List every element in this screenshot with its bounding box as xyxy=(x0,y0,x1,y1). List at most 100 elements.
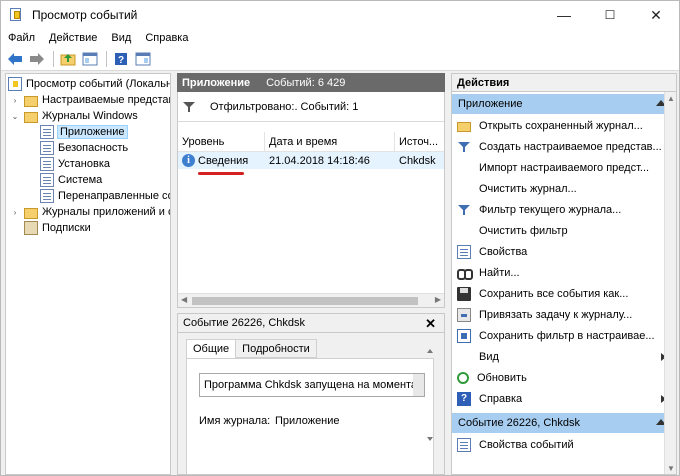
column-level[interactable]: Уровень xyxy=(178,132,265,152)
tree-item-label: Настраиваемые представления xyxy=(42,94,170,106)
filter-text: Отфильтровано:. Событий: 1 xyxy=(210,100,359,113)
up-folder-icon xyxy=(60,53,76,65)
scroll-down-icon[interactable]: ▼ xyxy=(667,464,675,473)
event-message[interactable]: Программа Chkdsk запущена на моментальн xyxy=(199,373,425,397)
show-hide-actions-button[interactable] xyxy=(133,50,153,68)
menu-file[interactable]: Файл xyxy=(1,32,42,44)
save-icon xyxy=(457,286,471,301)
filter-icon xyxy=(182,100,196,114)
log-icon xyxy=(40,173,54,187)
action-label: Сохранить все события как... xyxy=(479,287,629,300)
folder-icon xyxy=(24,207,38,219)
title-bar: Просмотр событий — ☐ ✕ xyxy=(1,1,679,29)
tree-item-forwarded-events[interactable]: Перенаправленные события xyxy=(40,188,170,204)
actions-section-event[interactable]: Событие 26226, Chkdsk xyxy=(452,413,676,433)
action-save-all-events[interactable]: Сохранить все события как... xyxy=(452,283,676,304)
tree-item-application[interactable]: Приложение xyxy=(40,124,128,140)
close-detail-icon[interactable]: ✕ xyxy=(425,316,436,332)
help-button[interactable]: ? xyxy=(111,50,131,68)
event-row[interactable]: i Сведения 21.04.2018 14:18:46 Chkdsk xyxy=(178,152,444,169)
event-detail-pane: Общие Подробности Программа Chkdsk запущ… xyxy=(177,333,445,475)
filter-icon xyxy=(457,140,471,154)
maximize-button[interactable]: ☐ xyxy=(587,1,633,29)
action-clear-filter[interactable]: Очистить фильтр xyxy=(452,220,676,241)
tree-item-setup[interactable]: Установка xyxy=(40,156,110,172)
log-name-label: Имя журнала: xyxy=(199,415,271,427)
action-find[interactable]: Найти... xyxy=(452,262,676,283)
actions-vertical-scrollbar[interactable]: ▲ ▼ xyxy=(664,92,676,474)
information-icon: i xyxy=(182,154,195,167)
menu-action[interactable]: Действие xyxy=(42,32,104,44)
action-label: Вид xyxy=(479,350,499,363)
action-label: Открыть сохраненный журнал... xyxy=(479,119,643,132)
action-event-properties[interactable]: Свойства событий xyxy=(452,434,676,455)
action-refresh[interactable]: Обновить xyxy=(452,367,676,388)
event-list-header: Уровень Дата и время Источ... xyxy=(178,132,444,152)
actions-header: Действия xyxy=(451,73,677,92)
tab-general[interactable]: Общие xyxy=(186,339,237,359)
action-label: Фильтр текущего журнала... xyxy=(479,203,622,216)
action-create-custom-view[interactable]: Создать настраиваемое представ... xyxy=(452,136,676,157)
column-source[interactable]: Источ... xyxy=(395,132,444,152)
minimize-button[interactable]: — xyxy=(541,1,587,29)
action-import-custom-view[interactable]: Импорт настраиваемого предст... xyxy=(452,157,676,178)
event-datetime: 21.04.2018 14:18:46 xyxy=(269,154,370,167)
tree-item-label: Перенаправленные события xyxy=(58,190,170,202)
event-detail-title: Событие 26226, Chkdsk xyxy=(183,317,306,329)
scroll-thumb[interactable] xyxy=(192,297,418,305)
action-filter-current-log[interactable]: Фильтр текущего журнала... xyxy=(452,199,676,220)
collapse-arrow-icon[interactable]: ⌄ xyxy=(10,111,20,121)
actions-section-application[interactable]: Приложение xyxy=(452,94,676,114)
tree-item-label: Журналы приложений и служб xyxy=(42,206,170,218)
action-label: Обновить xyxy=(477,371,527,384)
tree-item-app-service-logs[interactable]: › Журналы приложений и служб xyxy=(10,204,170,220)
folder-icon xyxy=(24,111,38,123)
action-properties[interactable]: Свойства xyxy=(452,241,676,262)
show-hide-tree-icon xyxy=(82,52,98,65)
tree-item-event-viewer-local[interactable]: Просмотр событий (Локальный) xyxy=(8,76,170,92)
scroll-right-icon[interactable]: ▶ xyxy=(435,295,441,304)
action-view[interactable]: Вид xyxy=(452,346,676,367)
event-source: Chkdsk xyxy=(399,154,436,167)
action-open-saved-log[interactable]: Открыть сохраненный журнал... xyxy=(452,115,676,136)
log-name-value: Приложение xyxy=(275,415,340,427)
filter-icon xyxy=(457,203,471,217)
menu-help[interactable]: Справка xyxy=(138,32,195,44)
column-datetime[interactable]: Дата и время xyxy=(265,132,395,152)
event-viewer-app-icon xyxy=(8,7,24,23)
expand-arrow-icon[interactable]: › xyxy=(10,95,20,105)
scroll-left-icon[interactable]: ◀ xyxy=(181,295,187,304)
tab-details[interactable]: Подробности xyxy=(235,339,317,358)
close-button[interactable]: ✕ xyxy=(633,1,679,29)
action-label: Импорт настраиваемого предст... xyxy=(479,161,650,174)
refresh-icon xyxy=(457,371,469,384)
window-title: Просмотр событий xyxy=(32,8,138,22)
action-save-filter[interactable]: Сохранить фильтр в настраивае... xyxy=(452,325,676,346)
expand-arrow-icon[interactable]: › xyxy=(10,207,20,217)
detail-vertical-scrollbar[interactable] xyxy=(424,347,436,443)
up-folder-button[interactable] xyxy=(58,50,78,68)
tree-item-label: Подписки xyxy=(42,222,91,234)
action-attach-task[interactable]: Привязать задачу к журналу... xyxy=(452,304,676,325)
tree-item-security[interactable]: Безопасность xyxy=(40,140,128,156)
menu-view[interactable]: Вид xyxy=(104,32,138,44)
message-scrollbar[interactable] xyxy=(413,374,424,396)
tree-item-label: Приложение xyxy=(57,125,128,139)
find-icon xyxy=(457,266,473,280)
forward-button[interactable] xyxy=(27,50,47,68)
tree-item-windows-logs[interactable]: ⌄ Журналы Windows xyxy=(10,108,138,124)
tree-item-custom-views[interactable]: › Настраиваемые представления xyxy=(10,92,170,108)
show-hide-tree-button[interactable] xyxy=(80,50,100,68)
event-list-horizontal-scrollbar[interactable]: ◀ ▶ xyxy=(178,293,444,307)
back-button[interactable] xyxy=(5,50,25,68)
navigation-tree: Просмотр событий (Локальный) › Настраива… xyxy=(5,73,171,475)
tree-item-system[interactable]: Система xyxy=(40,172,102,188)
tree-item-subscriptions[interactable]: Подписки xyxy=(24,220,91,236)
folder-icon xyxy=(24,95,38,107)
action-clear-log[interactable]: Очистить журнал... xyxy=(452,178,676,199)
scroll-up-icon[interactable]: ▲ xyxy=(667,94,675,103)
section-title: Событие 26226, Chkdsk xyxy=(458,417,581,429)
action-label: Создать настраиваемое представ... xyxy=(479,140,662,153)
open-folder-icon xyxy=(457,121,471,132)
action-help[interactable]: ? Справка xyxy=(452,388,676,409)
